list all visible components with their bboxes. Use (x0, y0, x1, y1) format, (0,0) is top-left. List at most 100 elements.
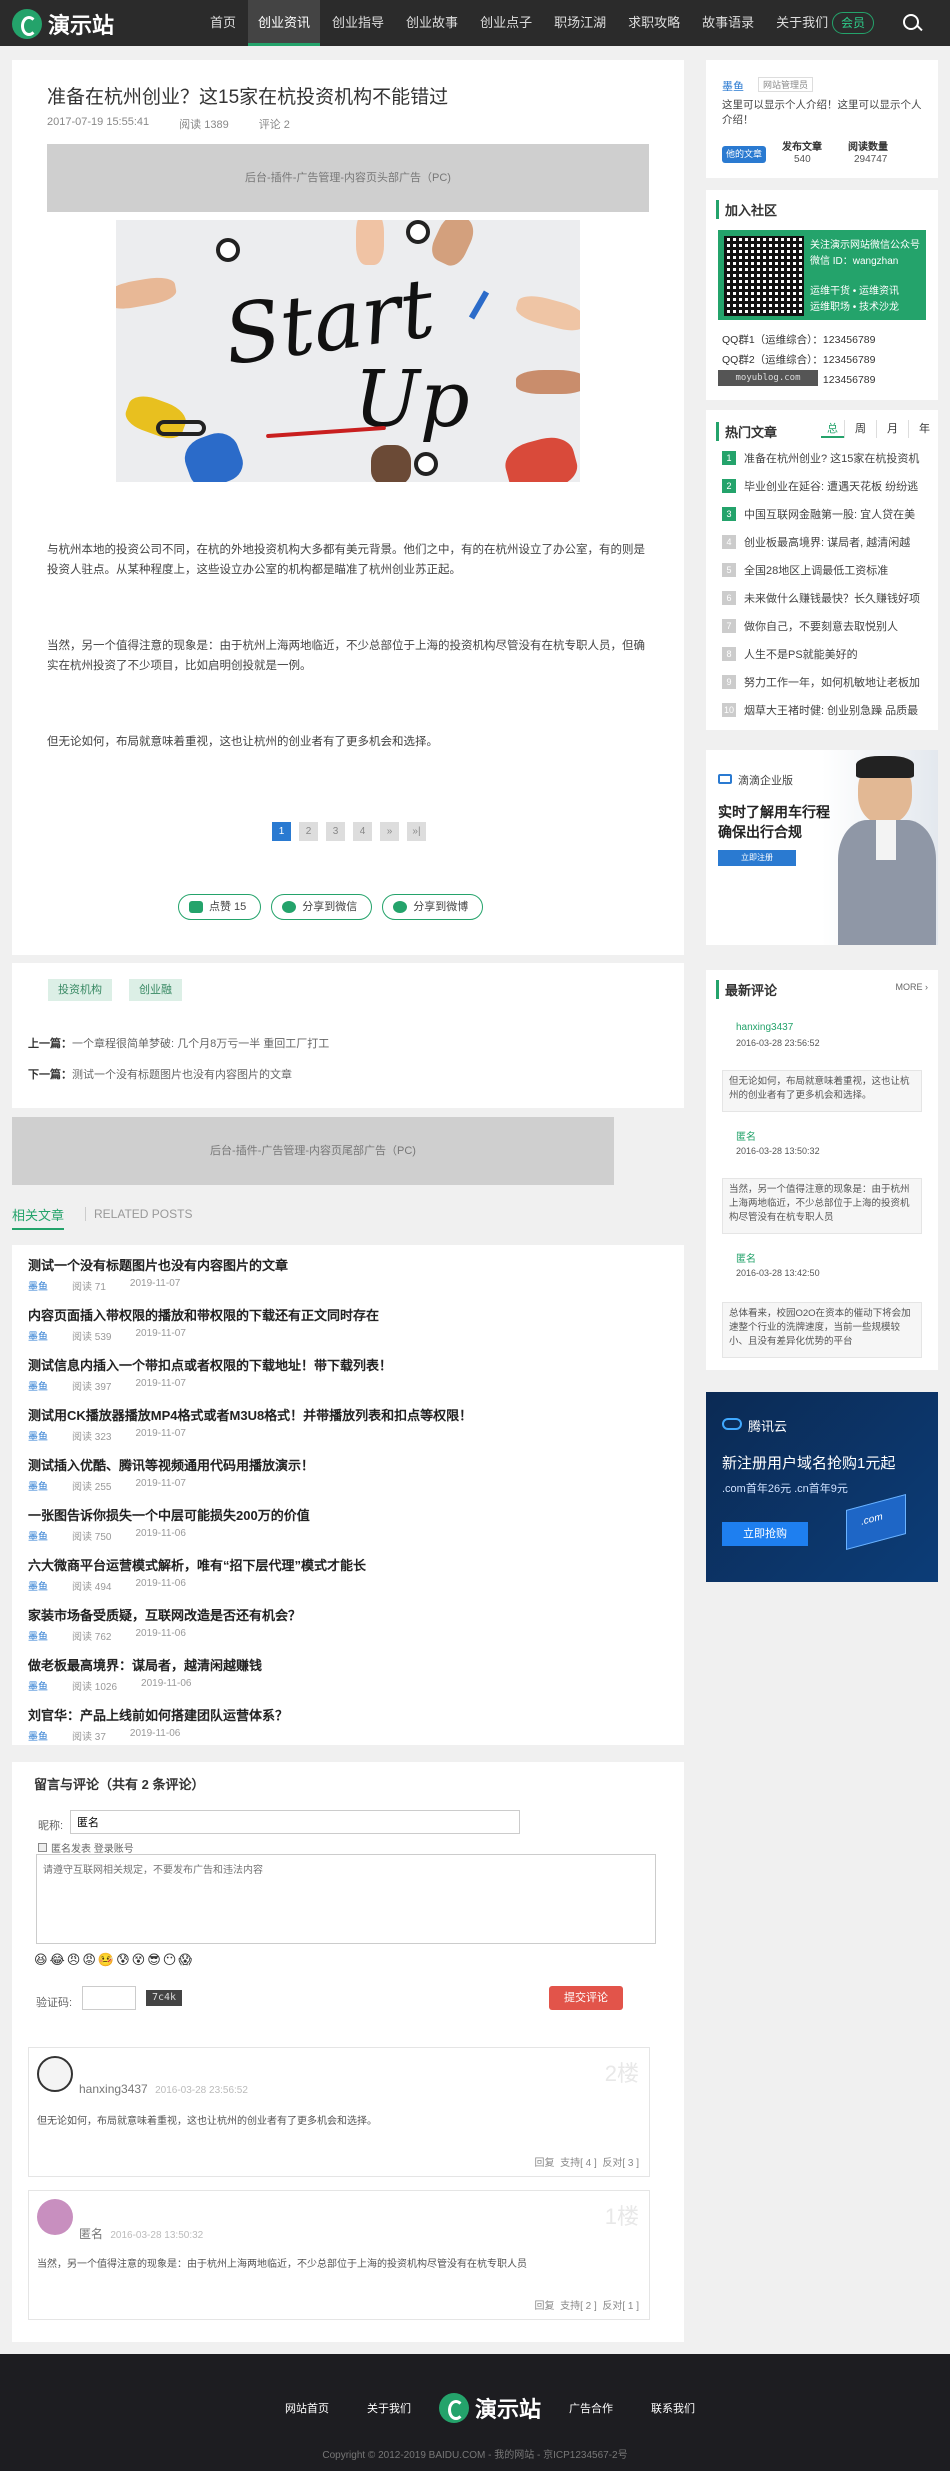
related-author[interactable]: 墨鱼 (28, 1678, 48, 1693)
captcha-input[interactable] (82, 1986, 136, 2010)
author-name[interactable]: 墨鱼 (722, 78, 744, 94)
prev-article[interactable]: 上一篇：一个章程很简单梦破: 几个月8万亏一半 重回工厂打工 (28, 1035, 329, 1051)
latest-user[interactable]: 匿名 (736, 1128, 756, 1143)
related-title[interactable]: 刘官华：产品上线前如何搭建团队运营体系？ (28, 1705, 668, 1724)
related-title[interactable]: 测试一个没有标题图片也没有内容图片的文章 (28, 1255, 668, 1274)
submit-comment-button[interactable]: 提交评论 (549, 1986, 623, 2010)
nav-item-about[interactable]: 关于我们 (766, 0, 838, 46)
share-weibo-button[interactable]: 分享到微博 (382, 894, 484, 920)
nav-item-ideas[interactable]: 创业点子 (470, 0, 542, 46)
emoji-item[interactable]: 😵 (132, 1952, 146, 1968)
hot-item[interactable]: 7 做你自己，不要刻意去取悦别人 (722, 618, 898, 634)
like-button[interactable]: 点赞 15 (178, 894, 262, 920)
tab-related-cn[interactable]: 相关文章 (12, 1205, 65, 1230)
page-1[interactable]: 1 (272, 822, 291, 841)
checkbox[interactable] (38, 1843, 47, 1852)
more-link[interactable]: MORE › (896, 982, 929, 992)
list-item[interactable]: 测试用CK播放器播放MP4格式或者M3U8格式！并带播放列表和扣点等权限！ 墨鱼 阅… (28, 1405, 668, 1443)
ad2-buy-button[interactable]: 立即抢购 (722, 1522, 808, 1546)
page-next[interactable]: » (380, 822, 399, 841)
related-author[interactable]: 墨鱼 (28, 1378, 48, 1393)
page-last[interactable]: »| (407, 822, 426, 841)
list-item[interactable]: 一张图告诉你损失一个中层可能损失200万的价值 墨鱼 阅读 750 2019-11-0… (28, 1505, 668, 1543)
tab-month[interactable]: 月 (876, 420, 908, 438)
sidebar-ad-didi[interactable]: 滴滴企业版 实时了解用车行程 确保出行合规 立即注册 (706, 750, 938, 945)
comment-user[interactable]: 匿名 (79, 2227, 103, 2241)
related-author[interactable]: 墨鱼 (28, 1278, 48, 1293)
list-item[interactable]: 做老板最高境界：谋局者，越清闲越赚钱 墨鱼 阅读 1026 2019-11-06 (28, 1655, 668, 1693)
list-item[interactable]: 测试信息内插入一个带扣点或者权限的下载地址！带下载列表！ 墨鱼 阅读 397 2019… (28, 1355, 668, 1393)
related-author[interactable]: 墨鱼 (28, 1578, 48, 1593)
related-title[interactable]: 测试插入优酷、腾讯等视频通用代码用播放演示！ (28, 1455, 668, 1474)
emoji-item[interactable]: 😰 (116, 1952, 130, 1968)
ad1-register-button[interactable]: 立即注册 (718, 850, 796, 866)
emoji-item[interactable]: 😶 (163, 1952, 177, 1968)
emoji-item[interactable]: 😂 (50, 1952, 65, 1968)
hot-item[interactable]: 8 人生不是PS就能美好的 (722, 646, 858, 662)
comment-textarea[interactable] (36, 1854, 656, 1944)
related-title[interactable]: 做老板最高境界：谋局者，越清闲越赚钱 (28, 1655, 668, 1674)
related-author[interactable]: 墨鱼 (28, 1628, 48, 1643)
qr-code-icon[interactable] (724, 236, 804, 316)
hot-item[interactable]: 2 毕业创业在延谷: 遭遇天花板 纷纷逃 (722, 478, 918, 494)
related-author[interactable]: 墨鱼 (28, 1478, 48, 1493)
nav-item-guide[interactable]: 创业指导 (322, 0, 394, 46)
search-icon[interactable] (903, 14, 919, 30)
related-author[interactable]: 墨鱼 (28, 1428, 48, 1443)
related-title[interactable]: 家装市场备受质疑，互联网改造是否还有机会？ (28, 1605, 668, 1624)
related-author[interactable]: 墨鱼 (28, 1728, 48, 1743)
emoji-item[interactable]: 😠 (67, 1952, 81, 1968)
latest-user[interactable]: 匿名 (736, 1250, 756, 1265)
related-author[interactable]: 墨鱼 (28, 1528, 48, 1543)
page-4[interactable]: 4 (353, 822, 372, 841)
footer-link-about[interactable]: 关于我们 (367, 2400, 411, 2416)
nav-item-quotes[interactable]: 故事语录 (692, 0, 764, 46)
nick-input[interactable] (70, 1810, 520, 1834)
related-title[interactable]: 六大微商平台运营模式解析，唯有“招下层代理”模式才能长 (28, 1555, 668, 1574)
footer-link-home[interactable]: 网站首页 (285, 2400, 329, 2416)
list-item[interactable]: 刘官华：产品上线前如何搭建团队运营体系？ 墨鱼 阅读 37 2019-11-06 (28, 1705, 668, 1743)
nav-item-stories[interactable]: 创业故事 (396, 0, 468, 46)
emoji-item[interactable]: 😡 (82, 1952, 96, 1968)
comment-actions[interactable]: 回复 支持[ 2 ] 反对[ 1 ] (535, 2297, 639, 2312)
emoji-item[interactable]: 😱 (178, 1952, 192, 1968)
tag-item[interactable]: 投资机构 (48, 979, 112, 1001)
related-title[interactable]: 一张图告诉你损失一个中层可能损失200万的价值 (28, 1505, 668, 1524)
hot-item[interactable]: 6 未来做什么赚钱最快？长久赚钱好项 (722, 590, 920, 606)
latest-user[interactable]: hanxing3437 (736, 1022, 793, 1033)
list-item[interactable]: 测试一个没有标题图片也没有内容图片的文章 墨鱼 阅读 71 2019-11-07 (28, 1255, 668, 1293)
list-item[interactable]: 内容页面插入带权限的播放和带权限的下载还有正文同时存在 墨鱼 阅读 539 2019-… (28, 1305, 668, 1343)
nav-item-jobs[interactable]: 求职攻略 (618, 0, 690, 46)
anonymous-checkbox-row[interactable]: 匿名发表 登录账号 (38, 1840, 134, 1855)
comment-user[interactable]: hanxing3437 (79, 2082, 148, 2096)
ad-banner-bottom[interactable]: 后台-插件-广告管理-内容页尾部广告（PC) (12, 1117, 614, 1185)
related-title[interactable]: 内容页面插入带权限的播放和带权限的下载还有正文同时存在 (28, 1305, 668, 1324)
share-wechat-button[interactable]: 分享到微信 (271, 894, 373, 920)
comment-actions[interactable]: 回复 支持[ 4 ] 反对[ 3 ] (535, 2154, 639, 2169)
tab-related-en[interactable]: RELATED POSTS (85, 1207, 192, 1221)
ad-banner-top[interactable]: 后台-插件-广告管理-内容页头部广告（PC) (47, 144, 649, 212)
nav-item-workplace[interactable]: 职场江湖 (544, 0, 616, 46)
captcha-image[interactable]: 7c4k (146, 1990, 182, 2006)
emoji-item[interactable]: 😎 (147, 1952, 161, 1968)
page-3[interactable]: 3 (326, 822, 345, 841)
hot-item[interactable]: 4 创业板最高境界: 谋局者, 越清闲越 (722, 534, 910, 550)
author-articles-button[interactable]: 他的文章 (722, 146, 766, 163)
site-logo[interactable]: 演示站 (12, 8, 114, 40)
vip-button[interactable]: 会员 (832, 12, 874, 34)
tab-week[interactable]: 周 (844, 420, 876, 438)
related-title[interactable]: 测试信息内插入一个带扣点或者权限的下载地址！带下载列表！ (28, 1355, 668, 1374)
tag-item[interactable]: 创业融 (129, 979, 182, 1001)
footer-link-contact[interactable]: 联系我们 (651, 2400, 695, 2416)
tab-year[interactable]: 年 (908, 420, 930, 438)
list-item[interactable]: 家装市场备受质疑，互联网改造是否还有机会？ 墨鱼 阅读 762 2019-11-06 (28, 1605, 668, 1643)
hot-item[interactable]: 9 努力工作一年，如何机敏地让老板加 (722, 674, 920, 690)
hot-item[interactable]: 1 准备在杭州创业? 这15家在杭投资机 (722, 450, 919, 466)
tab-all[interactable]: 总 (821, 420, 844, 438)
related-title[interactable]: 测试用CK播放器播放MP4格式或者M3U8格式！并带播放列表和扣点等权限！ (28, 1405, 668, 1424)
sidebar-ad-tencent-cloud[interactable]: 腾讯云 新注册用户域名抢购1元起 .com首年26元 .cn首年9元 立即抢购 … (706, 1392, 938, 1582)
footer-link-ads[interactable]: 广告合作 (569, 2400, 613, 2416)
hot-item[interactable]: 5 全国28地区上调最低工资标准 (722, 562, 888, 578)
hot-item[interactable]: 10 烟草大王褚时健: 创业别急躁 品质最 (722, 702, 918, 718)
emoji-item[interactable]: 🤒 (98, 1952, 114, 1968)
